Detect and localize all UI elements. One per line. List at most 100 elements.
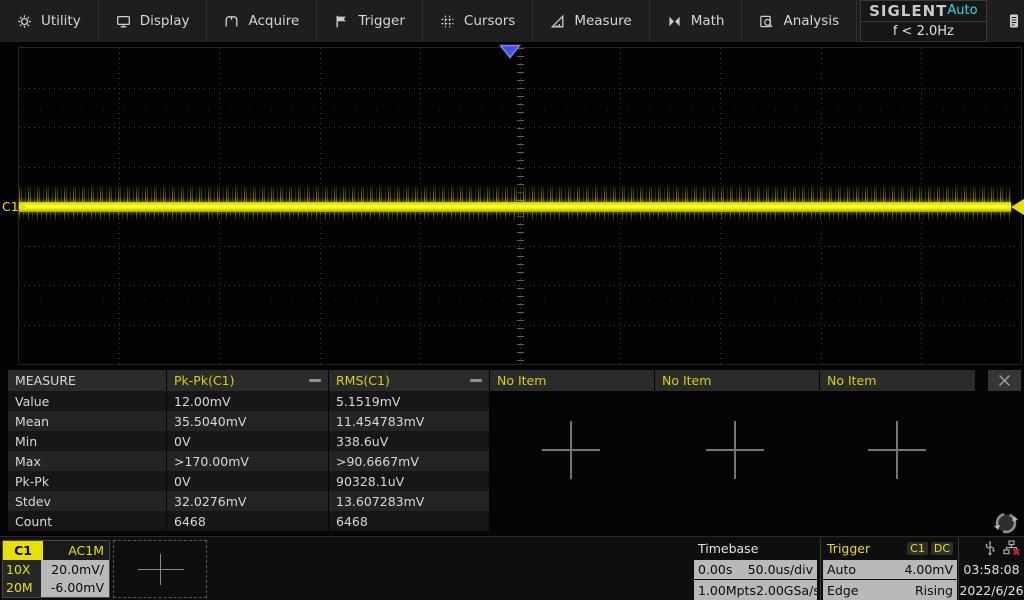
measure-row-label: Pk-Pk [8,471,166,491]
trigger-slope: Rising [915,583,953,598]
oscilloscope-screen: Utility Display Acquire Trigger Cursors … [0,0,1024,600]
math-icon [667,14,682,29]
brand-row: SIGLENT Auto [861,1,985,22]
add-measurement-button[interactable] [706,421,764,479]
top-menu-bar: Utility Display Acquire Trigger Cursors … [0,0,1024,44]
add-measurement-button[interactable] [868,421,926,479]
menu-measure[interactable]: Measure [533,0,649,42]
measure-row-label: Stdev [8,491,166,511]
channel-marker-arrow-icon: ▶ [20,202,27,212]
trigger-mode: Auto [827,562,856,577]
system-time: 03:58:08 [959,560,1024,580]
analysis-icon [759,14,774,29]
trigger-type: Edge [827,583,858,598]
acquire-icon [224,14,239,29]
usb-icon [983,540,997,556]
menu-trigger[interactable]: Trigger [317,0,423,42]
menu-label: Utility [41,13,81,29]
menu-math[interactable]: Math [650,0,743,42]
measure-value: 6468 [167,511,328,531]
menu-label: Analysis [783,13,839,29]
minus-icon[interactable] [470,379,482,382]
frequency-readout: f < 2.0Hz [861,22,985,42]
measure-row-label: Mean [8,411,166,431]
menu-label: Acquire [248,13,299,29]
channel-row: 20M -6.00mV [3,578,109,597]
trigger-position-icon[interactable] [499,44,521,59]
trigger-coupling-badge: DC [931,542,953,555]
lan-disconnected-icon [1003,540,1021,556]
measure-row-label: Max [8,451,166,471]
document-icon [1007,13,1021,29]
trigger-level: 4.00mV [904,562,953,577]
acquisition-status[interactable]: Auto [947,3,977,18]
acquisition-status-box: SIGLENT Auto f < 2.0Hz [860,0,986,42]
measure-value: 0V [167,431,328,451]
menu-acquire[interactable]: Acquire [207,0,317,42]
measure-value: 90328.1uV [329,471,489,491]
timebase-memory: 1.00Mpts [698,583,756,598]
measure-col-rms[interactable]: RMS(C1) [329,370,489,391]
measure-col-empty-3[interactable]: No Item [820,370,975,391]
trigger-panel[interactable]: Trigger C1 DC Auto 4.00mV Edge Rising [820,538,957,600]
add-measurement-button[interactable] [542,421,600,479]
channel-scale: 20.0mV/ [41,560,109,579]
channel-bandwidth: 20M [3,578,41,597]
measure-row-label: Count [8,511,166,531]
system-date: 2022/6/26 [959,580,1024,600]
measure-value: 6468 [329,511,489,531]
waveform-display: C1▶ [0,44,1024,368]
menu-label: Cursors [464,13,515,29]
timebase-delay: 0.00s [698,562,732,577]
channel-marker-label: C1 [2,199,19,214]
minus-icon[interactable] [309,379,321,382]
menu-utility[interactable]: Utility [0,0,99,42]
measure-row-label: Min [8,431,166,451]
circular-arrows-icon[interactable] [994,511,1018,535]
add-channel-button[interactable] [113,540,207,598]
measure-col-empty-2[interactable]: No Item [655,370,819,391]
measure-value: 12.00mV [167,391,328,411]
trigger-level-icon[interactable] [1011,199,1024,215]
measure-col-pkpk[interactable]: Pk-Pk(C1) [167,370,328,391]
measure-value: >170.00mV [167,451,328,471]
trace-noise-upper [19,186,1011,203]
active-channel-menu[interactable]: C1 [987,0,1024,42]
channel-row: 10X 20.0mV/ [3,560,109,579]
timebase-panel[interactable]: Timebase 0.00s 50.0us/div 1.00Mpts 2.00G… [694,538,817,600]
measure-value: 32.0276mV [167,491,328,511]
measure-close-button[interactable] [988,370,1021,391]
channel1-trace[interactable] [19,202,1011,212]
measurement-panel: MEASURE Pk-Pk(C1) RMS(C1) No Item No Ite… [0,368,1024,536]
menu-display[interactable]: Display [99,0,208,42]
timebase-samplerate: 2.00GSa/s [756,583,820,598]
channel-name-badge: C1 [3,541,43,560]
measure-icon [550,14,565,29]
display-icon [116,14,131,29]
trigger-source-badge: C1 [907,542,928,555]
measure-value: 13.607283mV [329,491,489,511]
trace-noise-lower [19,212,1011,221]
measure-col-empty-1[interactable]: No Item [490,370,654,391]
channel-offset: -6.00mV [41,578,109,597]
measure-value: 338.6uV [329,431,489,451]
system-status-panel: 03:58:08 2022/6/26 [958,538,1024,600]
timebase-scale: 50.0us/div [748,562,813,577]
measure-value: 11.454783mV [329,411,489,431]
trigger-title: Trigger [827,541,870,556]
measure-value: 0V [167,471,328,491]
measure-title: MEASURE [8,370,166,391]
status-bar: C1 AC1M 10X 20.0mV/ 20M -6.00mV Timebase… [0,536,1024,600]
channel1-offset-marker[interactable]: C1▶ [2,199,27,214]
menu-label: Trigger [358,13,405,29]
measure-value: 35.5040mV [167,411,328,431]
menu-label: Math [691,13,725,29]
channel1-descriptor[interactable]: C1 AC1M 10X 20.0mV/ 20M -6.00mV [2,540,110,598]
menu-analysis[interactable]: Analysis [742,0,857,42]
channel-row: C1 AC1M [3,541,109,560]
measure-row-label: Value [8,391,166,411]
menu-cursors[interactable]: Cursors [423,0,533,42]
siglent-logo: SIGLENT [869,2,947,20]
channel-coupling: AC1M [43,541,109,560]
menu-label: Measure [574,13,631,29]
